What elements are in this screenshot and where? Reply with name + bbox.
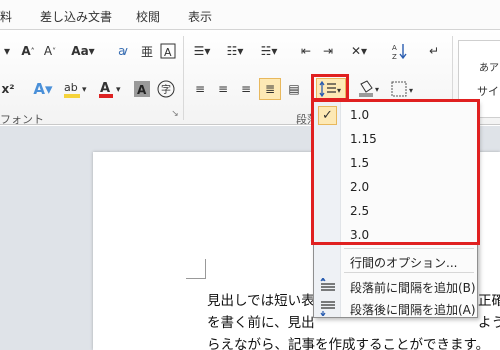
justify-icon[interactable]: ≣ (259, 78, 281, 100)
show-hide-marks-icon[interactable]: ↵ (424, 40, 444, 62)
menu-divider (344, 248, 474, 249)
tab-mailings[interactable]: 差し込み文書 (40, 8, 112, 25)
tab-review[interactable]: 校閲 (136, 8, 160, 25)
numbering-icon[interactable]: ☷▾ (222, 40, 248, 62)
space-after-icon (320, 300, 336, 319)
document-line: を書く前に、見出 (207, 315, 315, 331)
space-before-icon (320, 276, 336, 297)
svg-text:A: A (164, 46, 172, 59)
font-size-dropdown-edge[interactable]: ▾ (2, 40, 12, 62)
style-preview-top: あア (479, 63, 499, 74)
change-case-icon[interactable]: Aa▾ (70, 40, 96, 62)
divider (183, 36, 184, 120)
tab-view[interactable]: 表示 (188, 8, 212, 25)
highlight-color-icon[interactable]: ab ▾ (62, 78, 90, 100)
document-line: らえながら、記事を作成することができます。 (207, 337, 490, 350)
asian-layout-icon[interactable]: ✕▾ (346, 40, 372, 62)
enclose-characters-icon[interactable]: 字 (156, 78, 176, 100)
font-group-label: フォント (0, 113, 44, 126)
svg-text:Z: Z (392, 53, 397, 60)
crop-mark (186, 259, 206, 279)
shading-icon[interactable]: ▾ (356, 78, 384, 100)
svg-text:字: 字 (161, 83, 171, 96)
document-line-fragment: 正確 (478, 293, 500, 309)
svg-text:A: A (137, 83, 147, 97)
svg-text:▾: ▾ (116, 85, 121, 95)
text-effects-icon[interactable]: A▾ (30, 78, 56, 100)
grow-font-icon[interactable]: A ˄ (18, 40, 38, 62)
highlight-spacing-options (311, 99, 480, 245)
add-space-after-item[interactable]: 段落後に間隔を追加(A) (314, 297, 477, 319)
distributed-icon[interactable]: ▤ (284, 78, 304, 100)
phonetic-guide-icon[interactable]: 亜 (137, 40, 157, 62)
line-spacing-options-item[interactable]: 行間のオプション... (314, 250, 477, 272)
menu-divider (344, 272, 474, 273)
align-left-icon[interactable]: ≡ (190, 78, 210, 100)
font-color-icon[interactable]: A ▾ (98, 78, 124, 100)
svg-text:▾: ▾ (82, 85, 87, 95)
svg-text:A: A (392, 44, 397, 52)
document-line-fragment: よう (478, 315, 500, 331)
align-center-icon[interactable]: ≡ (213, 78, 233, 100)
add-space-before-item[interactable]: 段落前に間隔を追加(B) (314, 275, 477, 297)
increase-indent-icon[interactable]: ⇥ (318, 40, 338, 62)
multilevel-list-icon[interactable]: ☵▾ (256, 40, 282, 62)
tab-partial[interactable]: 料 (0, 8, 12, 25)
document-line: 見出しでは短い表 (207, 293, 315, 309)
svg-text:▾: ▾ (409, 86, 413, 95)
shrink-font-icon[interactable]: A ˅ (40, 40, 60, 62)
align-right-icon[interactable]: ≡ (236, 78, 256, 100)
font-dialog-launcher-icon[interactable]: ↘ (170, 108, 180, 120)
clear-formatting-icon[interactable]: ꜹ (112, 40, 134, 62)
style-preview-bottom: サイド (477, 85, 500, 98)
borders-icon[interactable]: ▾ (390, 78, 418, 100)
svg-text:ab: ab (64, 81, 78, 94)
character-shading-icon[interactable]: A (132, 78, 152, 100)
highlight-line-spacing-button (311, 74, 349, 101)
decrease-indent-icon[interactable]: ⇤ (296, 40, 316, 62)
svg-text:亜: 亜 (141, 45, 153, 59)
character-border-icon[interactable]: A (158, 40, 178, 62)
svg-text:▾: ▾ (375, 85, 379, 94)
bullets-icon[interactable]: ☰▾ (190, 40, 214, 62)
sort-icon[interactable]: AZ (390, 40, 410, 62)
superscript-icon[interactable]: x² (0, 78, 16, 100)
svg-text:A: A (100, 81, 110, 96)
ribbon-tabs: 料 差し込み文書 校閲 表示 (0, 0, 500, 30)
